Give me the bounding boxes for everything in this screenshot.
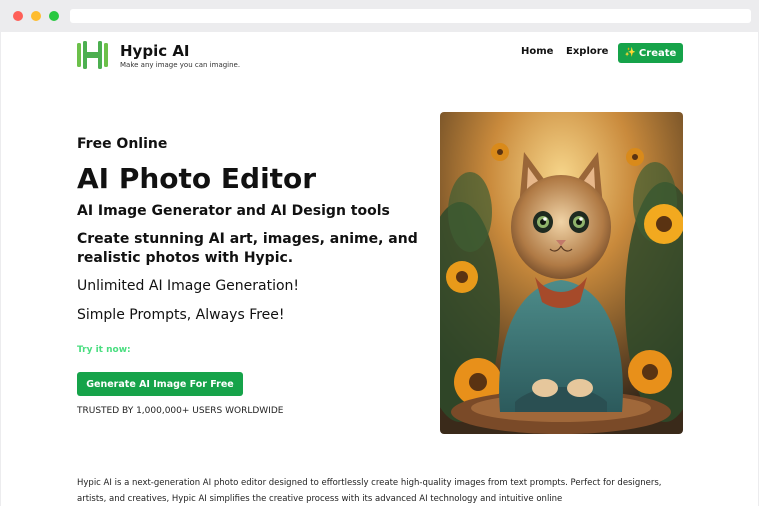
hypic-logo-icon[interactable]: [77, 41, 108, 69]
generate-image-button[interactable]: Generate AI Image For Free: [77, 372, 243, 396]
hero-subtitle: AI Image Generator and AI Design tools: [77, 203, 390, 219]
nav-home-link[interactable]: Home: [521, 46, 553, 57]
nav-explore-link[interactable]: Explore: [566, 46, 608, 57]
close-icon[interactable]: [13, 11, 23, 21]
browser-chrome: [0, 0, 759, 32]
nav-create-label: Create: [638, 47, 677, 59]
try-label: Try it now:: [77, 345, 131, 355]
nav-create-button[interactable]: ✨ Create: [618, 43, 683, 63]
about-paragraph: Hypic AI is a next-generation AI photo e…: [77, 478, 662, 504]
page-title: AI Photo Editor: [77, 162, 317, 195]
hero-feature-free: Simple Prompts, Always Free!: [77, 307, 285, 323]
trusted-badge: TRUSTED BY 1,000,000+ USERS WORLDWIDE: [77, 406, 284, 416]
address-bar[interactable]: [70, 9, 751, 23]
kitten-sunflowers-image: [440, 112, 683, 434]
brand-name[interactable]: Hypic AI: [120, 42, 190, 60]
brand-tagline: Make any image you can imagine.: [120, 61, 241, 69]
hero-description: Create stunning AI art, images, anime, a…: [77, 231, 418, 266]
page-viewport: Hypic AI Make any image you can imagine.…: [1, 32, 758, 506]
sparkles-icon: ✨: [624, 48, 636, 58]
hero-feature-unlimited: Unlimited AI Image Generation!: [77, 278, 300, 294]
hero-eyebrow: Free Online: [77, 136, 168, 152]
maximize-icon[interactable]: [49, 11, 59, 21]
minimize-icon[interactable]: [31, 11, 41, 21]
